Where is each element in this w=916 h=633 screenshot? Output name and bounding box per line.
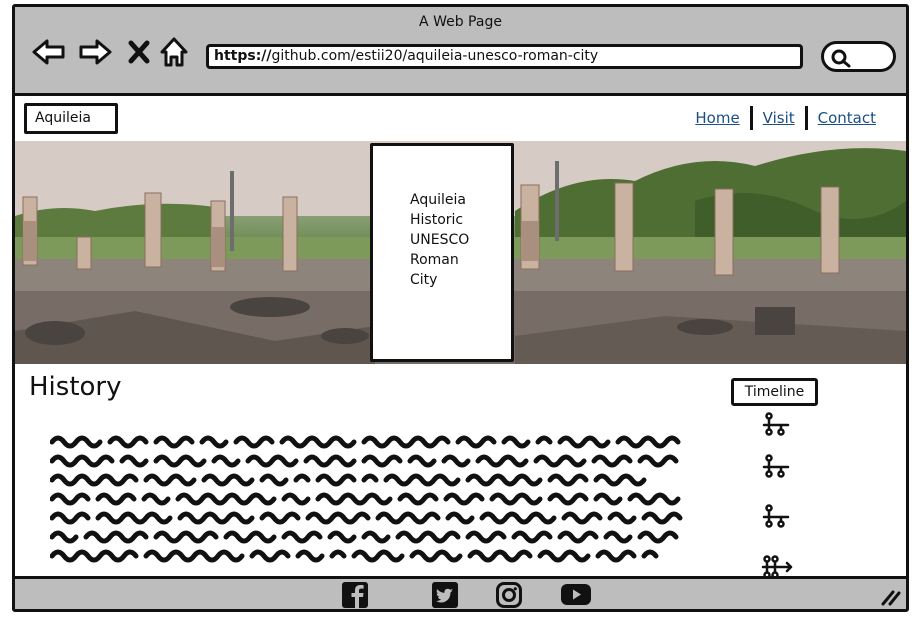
- hero-caption-line: City: [410, 272, 438, 288]
- browser-window: A Web Page https://github.com/estii20/aq…: [12, 4, 909, 612]
- resize-handle-icon[interactable]: [880, 588, 902, 606]
- hero-caption-line: UNESCO: [410, 232, 470, 248]
- site-logo[interactable]: Aquileia: [24, 103, 118, 134]
- hero-caption-line: Historic: [410, 212, 464, 228]
- placeholder-text-block: [50, 435, 683, 563]
- nav-link-home[interactable]: Home: [685, 109, 749, 127]
- hero-caption-line: Aquileia: [410, 192, 466, 208]
- window-title: A Web Page: [419, 14, 502, 30]
- site-header: Aquileia Home Visit Contact: [15, 96, 906, 142]
- instagram-icon[interactable]: [495, 582, 523, 608]
- facebook-icon[interactable]: [341, 582, 369, 608]
- hero-caption-line: Roman: [410, 252, 459, 268]
- twitter-icon[interactable]: [431, 582, 459, 608]
- browser-toolbar: A Web Page https://github.com/estii20/aq…: [15, 7, 906, 96]
- sitemap-icon[interactable]: [761, 504, 791, 528]
- close-icon[interactable]: [127, 35, 151, 69]
- address-bar[interactable]: https://github.com/estii20/aquileia-unes…: [206, 44, 803, 69]
- hero-image: Aquileia Historic UNESCO Roman City: [15, 141, 906, 364]
- url-path: github.com/estii20/aquileia-unesco-roman…: [271, 48, 599, 64]
- sitemap-icon[interactable]: [761, 412, 791, 436]
- timeline-button[interactable]: Timeline: [731, 378, 818, 406]
- home-icon[interactable]: [157, 35, 191, 69]
- sitemap-icon[interactable]: [761, 454, 791, 478]
- nav-link-contact[interactable]: Contact: [808, 109, 886, 127]
- search-field[interactable]: [821, 41, 896, 72]
- section-title: History: [29, 372, 122, 402]
- search-icon: [831, 49, 851, 68]
- youtube-icon[interactable]: [560, 582, 592, 608]
- site-footer: [15, 576, 906, 609]
- hero-caption-card: Aquileia Historic UNESCO Roman City: [370, 143, 514, 362]
- nav-link-visit[interactable]: Visit: [753, 109, 805, 127]
- forward-arrow-icon[interactable]: [77, 35, 113, 69]
- url-scheme: https://: [214, 48, 272, 64]
- main-nav: Home Visit Contact: [685, 106, 886, 130]
- back-arrow-icon[interactable]: [31, 35, 67, 69]
